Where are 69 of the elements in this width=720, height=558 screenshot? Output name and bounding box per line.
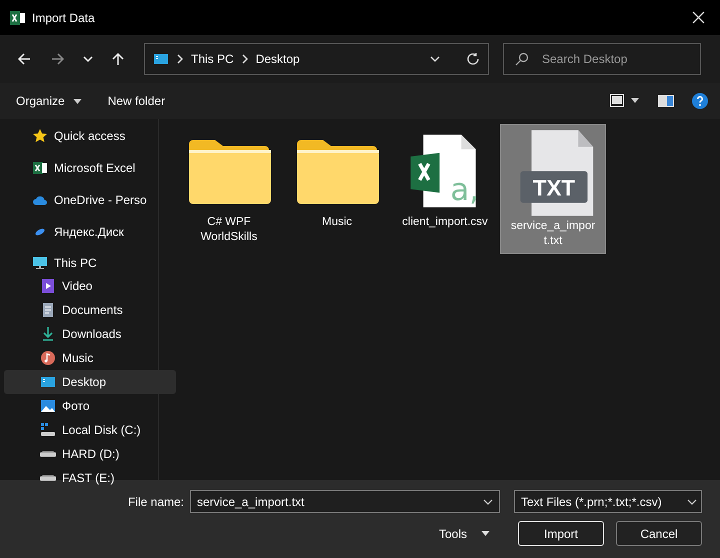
sidebar-item[interactable]: Music <box>4 346 176 370</box>
file-item[interactable]: TXT service_a_import.txt <box>501 125 605 253</box>
download-icon <box>40 326 56 342</box>
desktop-icon <box>40 374 56 390</box>
sidebar-item[interactable]: Quick access <box>4 125 168 147</box>
file-name: C# WPF WorldSkills <box>200 215 258 245</box>
cancel-button[interactable]: Cancel <box>616 521 702 546</box>
chevron-down-icon <box>687 496 697 506</box>
picture-icon <box>40 398 56 414</box>
chevron-right-icon <box>242 54 248 64</box>
address-bar[interactable]: This PC Desktop <box>144 43 489 75</box>
sidebar-item[interactable]: FAST (E:) <box>4 466 176 490</box>
breadcrumb-item[interactable]: This PC <box>191 52 234 66</box>
sidebar-item[interactable]: Яндекс.Диск <box>4 221 168 243</box>
new-folder-button[interactable]: New folder <box>102 90 172 112</box>
sidebar-item[interactable]: This PC <box>4 252 168 274</box>
help-icon <box>692 93 708 109</box>
close-icon <box>692 11 704 24</box>
document-icon <box>40 302 56 318</box>
spreadsheet-icon <box>32 160 48 176</box>
sidebar-item[interactable]: Local Disk (C:) <box>4 418 176 442</box>
file-type-dropdown[interactable]: Text Files (*.prn;*.txt;*.csv) <box>514 490 702 513</box>
music-icon <box>40 350 56 366</box>
spreadsheet-icon <box>10 10 26 26</box>
file-name: client_import.csv <box>402 215 488 230</box>
sidebar-item[interactable]: Downloads <box>4 322 176 346</box>
chevron-down-icon[interactable] <box>430 54 440 64</box>
chevron-down-icon <box>83 54 93 64</box>
search-icon <box>515 52 529 66</box>
help-button[interactable] <box>690 91 710 111</box>
view-button[interactable] <box>608 92 642 110</box>
sidebar-item[interactable]: Documents <box>4 298 176 322</box>
drive-icon <box>40 475 56 481</box>
search-field[interactable]: Search Desktop <box>503 43 701 75</box>
sidebar-item[interactable]: HARD (D:) <box>4 442 176 466</box>
file-name: service_a_import.txt <box>510 219 596 249</box>
sidebar-item[interactable]: OneDrive - Perso <box>4 189 168 211</box>
import-button[interactable]: Import <box>518 521 604 546</box>
back-icon <box>17 52 31 66</box>
forward-icon <box>51 52 65 66</box>
file-name-label: File name: <box>128 494 184 508</box>
icon-label: TXT <box>532 175 576 200</box>
chevron-right-icon <box>177 54 183 64</box>
chevron-down-icon <box>483 496 493 506</box>
sidebar-item[interactable]: Video <box>4 274 176 298</box>
caret-icon <box>481 531 490 536</box>
text-file-icon <box>520 130 594 216</box>
refresh-icon[interactable] <box>466 52 480 66</box>
monitor-icon <box>32 255 48 271</box>
sidebar-item[interactable]: Фото <box>4 394 176 418</box>
file-name: Music <box>320 215 354 230</box>
file-item[interactable]: C# WPF WorldSkills <box>177 125 281 253</box>
star-icon <box>32 128 48 144</box>
drive-icon <box>40 451 56 457</box>
disc-icon <box>35 228 45 236</box>
sidebar-item[interactable]: Desktop <box>4 370 176 394</box>
video-icon <box>40 278 56 294</box>
file-item[interactable]: Music <box>285 125 389 253</box>
sidebar-item[interactable]: Microsoft Excel <box>4 157 168 179</box>
breadcrumb-item[interactable]: Desktop <box>256 52 300 66</box>
caret-icon <box>72 98 82 104</box>
tools-button[interactable]: Tools <box>432 526 496 542</box>
file-name-field[interactable]: service_a_import.txt <box>190 490 500 513</box>
organize-button[interactable]: Organize <box>10 90 88 112</box>
window-title: Import Data <box>32 10 96 24</box>
up-arrow-icon <box>111 52 125 66</box>
preview-pane-button[interactable] <box>656 93 676 109</box>
drive-icon <box>40 422 56 438</box>
desktop-icon <box>153 51 169 67</box>
